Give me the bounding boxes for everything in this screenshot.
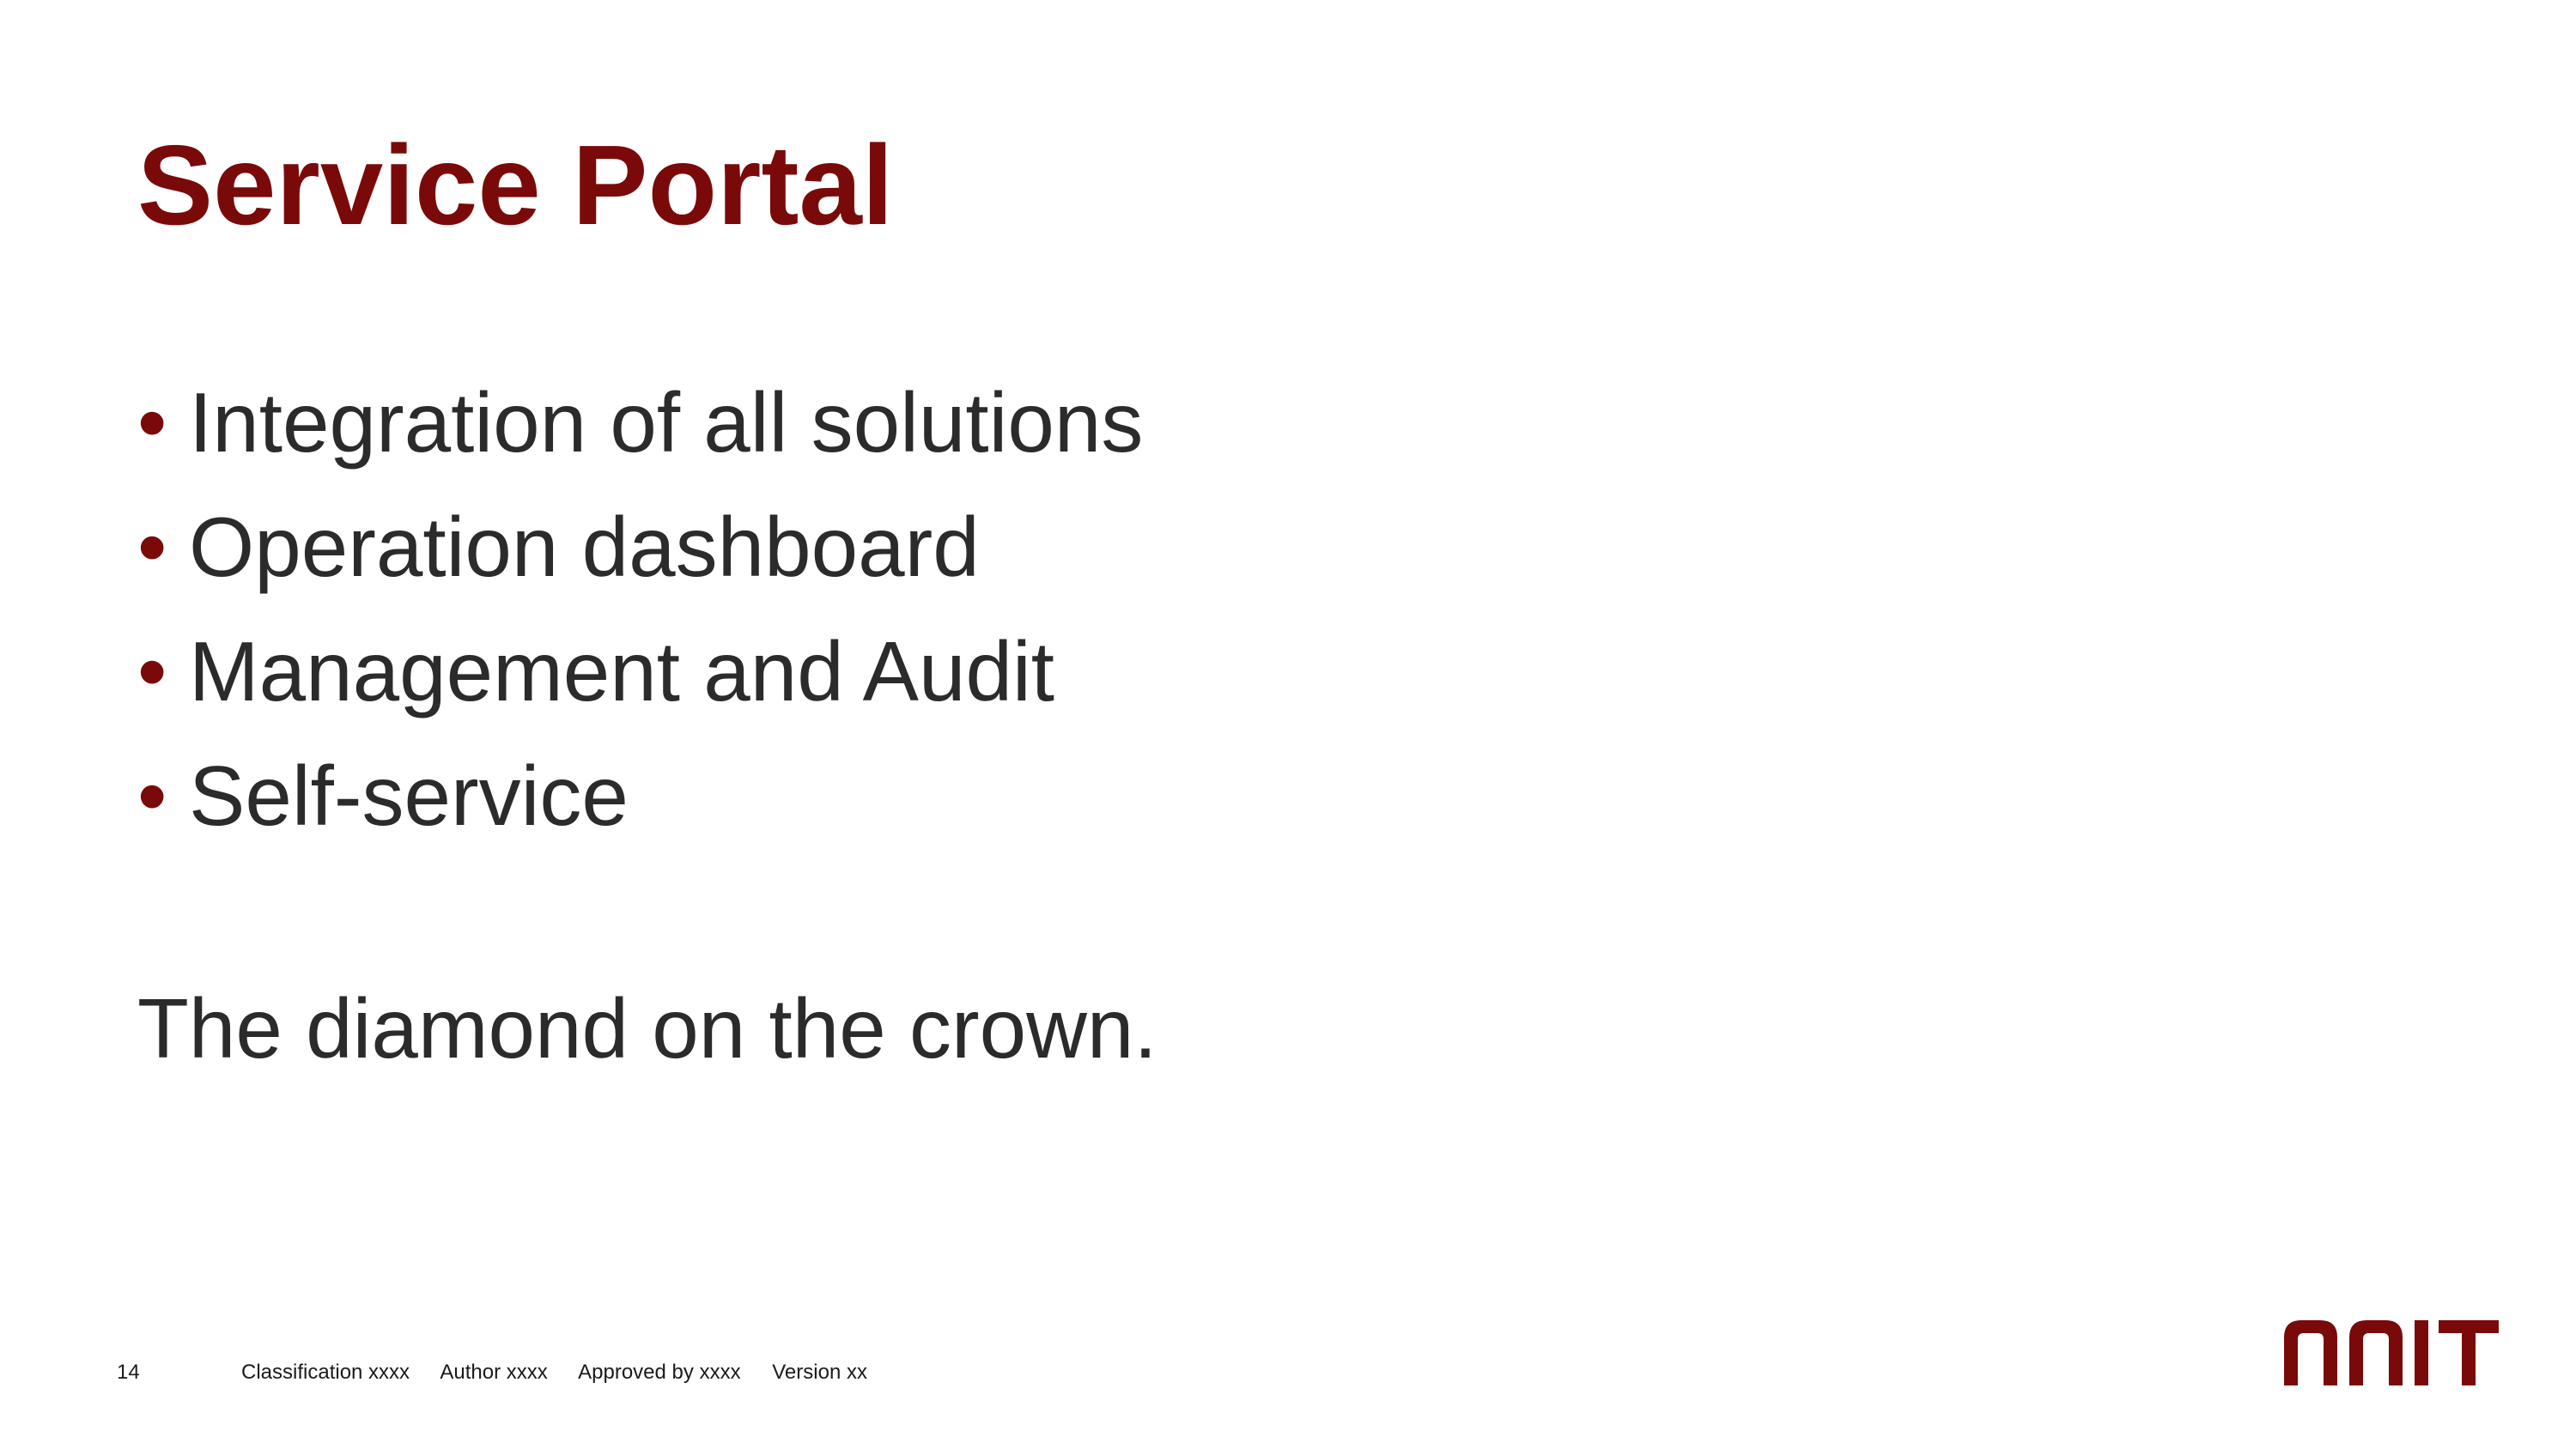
tagline: The diamond on the crown. — [137, 981, 1157, 1076]
nnit-logo-icon — [2284, 1320, 2499, 1385]
bullet-item: • Operation dashboard — [137, 485, 1143, 609]
footer-classification: Classification xxxx — [241, 1361, 410, 1384]
footer-author: Author xxxx — [440, 1361, 548, 1384]
footer-version: Version xx — [772, 1361, 867, 1384]
bullet-text: Integration of all solutions — [189, 375, 1144, 470]
slide: Service Portal • Integration of all solu… — [0, 0, 2576, 1449]
footer-approved-by: Approved by xxxx — [578, 1361, 741, 1384]
bullet-icon: • — [137, 500, 167, 594]
bullet-item: • Integration of all solutions — [137, 361, 1143, 485]
bullet-item: • Management and Audit — [137, 609, 1143, 734]
bullet-list: • Integration of all solutions • Operati… — [137, 361, 1143, 858]
footer: 14 Classification xxxx Author xxxx Appro… — [117, 1361, 893, 1385]
bullet-icon: • — [137, 624, 167, 718]
bullet-icon: • — [137, 375, 167, 470]
slide-title: Service Portal — [137, 122, 894, 248]
bullet-text: Operation dashboard — [189, 500, 980, 594]
page-number: 14 — [117, 1361, 140, 1384]
bullet-item: • Self-service — [137, 734, 1143, 858]
footer-meta: Classification xxxx Author xxxx Approved… — [241, 1361, 893, 1385]
bullet-icon: • — [137, 749, 167, 843]
bullet-text: Self-service — [189, 749, 629, 843]
bullet-text: Management and Audit — [189, 624, 1054, 718]
